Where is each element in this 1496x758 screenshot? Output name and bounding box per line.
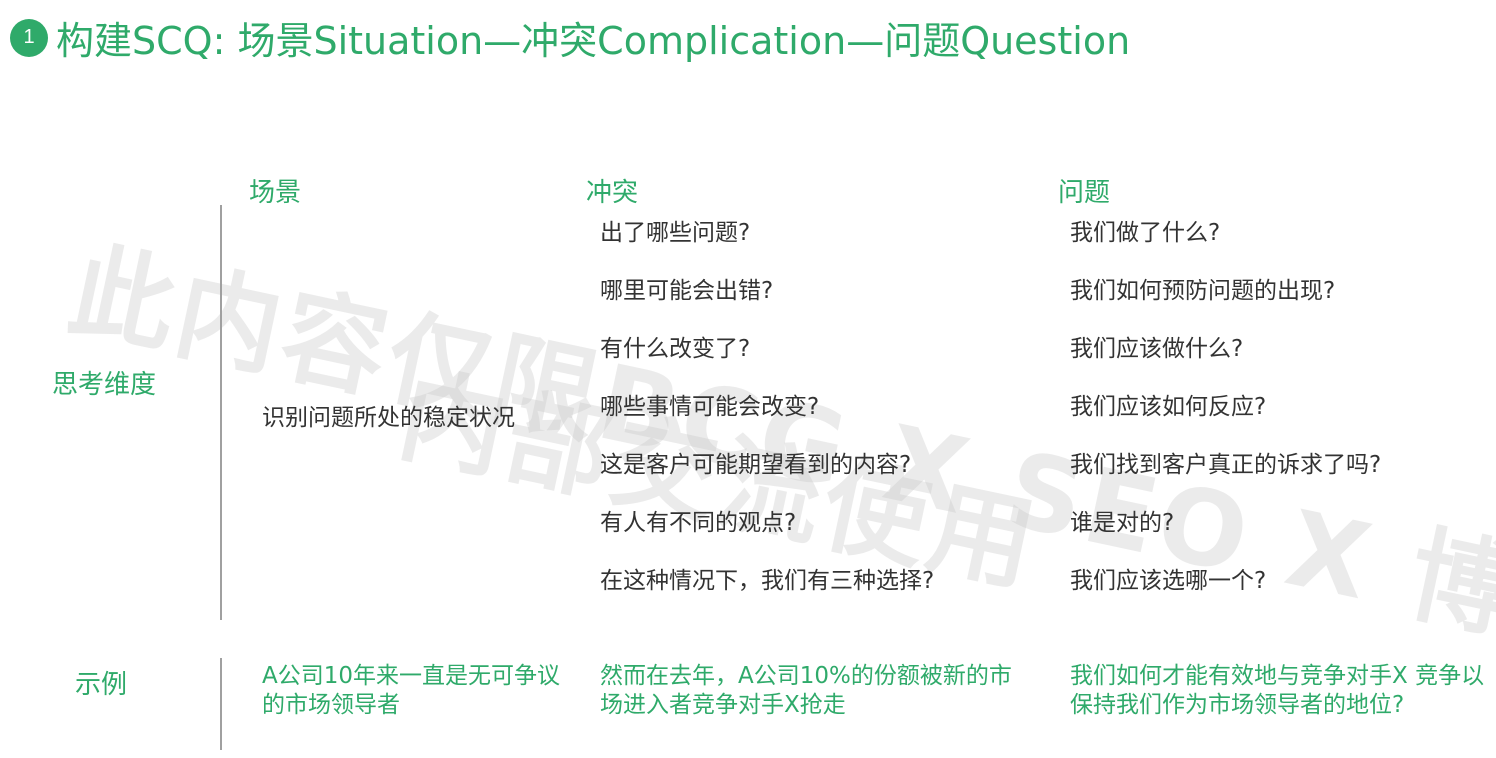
row-label-example: 示例	[75, 670, 128, 700]
complication-question-list: 出了哪些问题? 哪里可能会出错? 有什么改变了? 哪些事情可能会改变? 这是客户…	[600, 218, 934, 624]
column-header-situation: 场景	[249, 178, 302, 208]
example-complication: 然而在去年，A公司10%的份额被新的市场进入者竞争对手X抢走	[600, 663, 1012, 718]
list-item: 出了哪些问题?	[600, 220, 751, 246]
list-item: 这是客户可能期望看到的内容?	[600, 452, 912, 478]
list-item: 哪里可能会出错?	[600, 278, 774, 304]
step-number-badge: 1	[10, 18, 48, 57]
situation-description: 识别问题所处的稳定状况	[262, 405, 515, 431]
list-item: 谁是对的?	[1070, 510, 1175, 536]
list-item: 在这种情况下，我们有三种选择?	[600, 568, 935, 594]
row-label-dimension: 思考维度	[52, 370, 157, 400]
list-item: 我们找到客户真正的诉求了吗?	[1070, 452, 1382, 478]
example-question: 我们如何才能有效地与竞争对手X 竞争以保持我们作为市场领导者的地位?	[1070, 663, 1485, 718]
vertical-divider-dimension	[220, 205, 222, 620]
list-item: 我们应该选哪一个?	[1070, 568, 1267, 594]
list-item: 我们应该做什么?	[1070, 336, 1244, 362]
list-item: 有人有不同的观点?	[600, 510, 797, 536]
vertical-divider-example	[220, 658, 222, 750]
list-item: 我们如何预防问题的出现?	[1070, 278, 1336, 304]
column-header-question: 问题	[1058, 178, 1111, 208]
list-item: 我们做了什么?	[1070, 220, 1221, 246]
column-header-complication: 冲突	[586, 178, 639, 208]
scq-slide: 此内容仅限BCG X SEO X 博联 内部交流使用 1 构建SCQ: 场景Si…	[0, 0, 1496, 758]
example-situation: A公司10年来一直是无可争议的市场领导者	[262, 663, 561, 718]
list-item: 哪些事情可能会改变?	[600, 394, 820, 420]
question-list: 我们做了什么? 我们如何预防问题的出现? 我们应该做什么? 我们应该如何反应? …	[1070, 218, 1381, 624]
title-text: 构建SCQ: 场景Situation—冲突Complication—问题Ques…	[56, 19, 1131, 63]
list-item: 我们应该如何反应?	[1070, 394, 1267, 420]
list-item: 有什么改变了?	[600, 336, 751, 362]
slide-title: 1 构建SCQ: 场景Situation—冲突Complication—问题Qu…	[10, 10, 1130, 65]
